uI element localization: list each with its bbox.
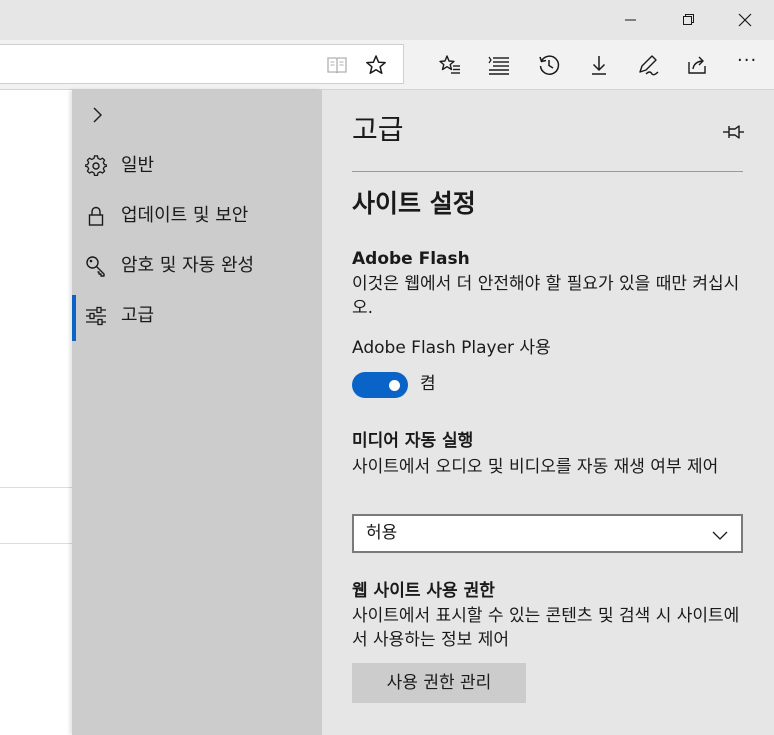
minimize-icon — [625, 19, 636, 21]
section-title-site-settings: 사이트 설정 — [352, 189, 476, 218]
page-divider — [0, 487, 72, 488]
lock-icon — [85, 205, 107, 227]
downloads-icon[interactable] — [587, 53, 611, 77]
nav-item-advanced[interactable]: 고급 — [72, 293, 322, 341]
share-icon[interactable] — [686, 53, 710, 77]
page-divider — [0, 543, 72, 544]
collapse-chevron-icon[interactable] — [86, 104, 108, 126]
close-icon — [738, 13, 752, 27]
flash-toggle-label: Adobe Flash Player 사용 — [352, 338, 551, 358]
permissions-title: 웹 사이트 사용 권한 — [352, 581, 495, 601]
page-content — [0, 90, 72, 735]
nav-item-update-security[interactable]: 업데이트 및 보안 — [72, 193, 322, 239]
gear-icon — [84, 155, 108, 177]
flash-title: Adobe Flash — [352, 249, 470, 269]
toggle-knob — [389, 380, 400, 391]
autoplay-description: 사이트에서 오디오 및 비디오를 자동 재생 여부 제어 — [352, 457, 719, 477]
minimize-button[interactable] — [602, 0, 660, 40]
address-bar[interactable] — [0, 44, 404, 84]
restore-button[interactable] — [660, 0, 718, 40]
settings-nav: 일반 업데이트 및 보안 암호 및 자동 완성 고급 — [72, 90, 322, 735]
sliders-icon — [85, 305, 107, 327]
permissions-description: 사이트에서 표시할 수 있는 콘텐츠 및 검색 시 사이트에서 사용하는 정보 … — [352, 606, 740, 650]
autoplay-selected-value: 허용 — [366, 523, 398, 543]
flash-toggle[interactable] — [352, 372, 408, 398]
nav-item-passwords-autofill[interactable]: 암호 및 자동 완성 — [72, 243, 322, 289]
panel-title: 고급 — [352, 113, 404, 146]
nav-item-label: 업데이트 및 보안 — [121, 205, 249, 226]
restore-icon — [683, 14, 694, 25]
nav-item-label: 고급 — [121, 305, 155, 326]
autoplay-select[interactable]: 허용 — [352, 514, 743, 553]
manage-permissions-button[interactable]: 사용 권한 관리 — [352, 663, 526, 703]
advanced-settings-panel: 고급 사이트 설정 Adobe Flash 이것은 웹에서 더 안전해야 할 필… — [322, 90, 774, 735]
key-icon — [85, 255, 107, 277]
autoplay-title: 미디어 자동 실행 — [352, 431, 474, 451]
favorites-hub-icon[interactable] — [438, 53, 462, 77]
pin-icon[interactable] — [722, 120, 746, 144]
nav-item-label: 암호 및 자동 완성 — [121, 255, 255, 276]
browser-toolbar: ··· — [0, 40, 774, 90]
more-icon[interactable]: ··· — [737, 49, 761, 73]
history-icon[interactable] — [537, 53, 561, 77]
close-button[interactable] — [716, 0, 774, 40]
flash-description: 이것은 웹에서 더 안전해야 할 필요가 있을 때만 켜십시오. — [352, 274, 740, 318]
chevron-down-icon — [712, 527, 728, 540]
favorite-star-icon[interactable] — [365, 54, 387, 76]
title-divider — [352, 171, 743, 172]
title-bar — [0, 0, 774, 40]
reading-list-icon[interactable] — [487, 53, 511, 77]
reading-view-icon[interactable] — [326, 54, 348, 76]
pen-icon[interactable] — [637, 53, 661, 77]
nav-item-label: 일반 — [121, 155, 155, 176]
nav-item-general[interactable]: 일반 — [72, 143, 322, 189]
flash-toggle-state: 켬 — [420, 374, 436, 394]
